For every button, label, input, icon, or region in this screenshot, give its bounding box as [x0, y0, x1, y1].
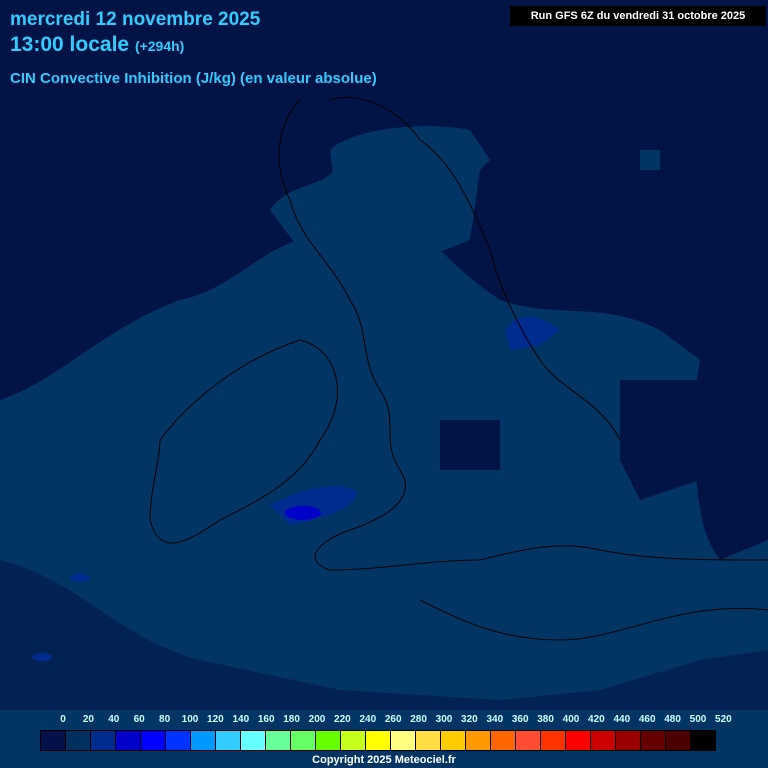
legend-label: 160	[257, 714, 275, 725]
legend-label: 420	[588, 714, 605, 725]
legend-label: 520	[715, 714, 732, 725]
color-legend	[40, 730, 716, 751]
legend-swatch	[441, 731, 466, 750]
legend-swatch	[666, 731, 691, 750]
legend-label: 360	[511, 714, 529, 725]
legend-label: 100	[181, 714, 199, 725]
legend-swatch	[216, 731, 241, 750]
legend-label: 320	[461, 714, 478, 725]
legend-label: 0	[60, 714, 66, 725]
legend-swatch	[691, 731, 715, 750]
legend-label: 80	[159, 714, 171, 725]
legend-label: 300	[435, 714, 453, 725]
cin-map	[0, 96, 768, 768]
copyright: Copyright 2025 Meteociel.fr	[312, 754, 456, 766]
legend-swatch	[591, 731, 616, 750]
legend-label: 200	[308, 714, 326, 725]
legend-label: 480	[664, 714, 681, 725]
legend-swatch	[466, 731, 491, 750]
legend-label: 440	[613, 714, 631, 725]
legend-swatch	[491, 731, 516, 750]
legend-swatch	[291, 731, 316, 750]
legend-label: 180	[283, 714, 300, 725]
forecast-offset: (+294h)	[134, 38, 185, 54]
legend-label: 60	[133, 714, 145, 725]
legend-label: 280	[410, 714, 427, 725]
legend-label: 500	[689, 714, 707, 725]
legend-swatch	[66, 731, 91, 750]
legend-swatch	[416, 731, 441, 750]
legend-swatch	[391, 731, 416, 750]
legend-swatch	[141, 731, 166, 750]
legend-label: 240	[359, 714, 377, 725]
legend-swatch	[191, 731, 216, 750]
legend-swatch	[116, 731, 141, 750]
legend-swatch	[366, 731, 391, 750]
legend-swatch	[516, 731, 541, 750]
run-info: Run GFS 6Z du vendredi 31 octobre 2025	[510, 6, 766, 26]
legend-swatch	[266, 731, 291, 750]
forecast-time: 13:00 locale (+294h)	[10, 33, 184, 57]
legend-swatch	[341, 731, 366, 750]
legend-swatch	[91, 731, 116, 750]
legend-swatch	[616, 731, 641, 750]
legend-label: 220	[334, 714, 351, 725]
legend-swatch	[241, 731, 266, 750]
local-time: 13:00 locale	[10, 33, 130, 56]
legend-label: 120	[207, 714, 224, 725]
forecast-date: mercredi 12 novembre 2025	[10, 9, 261, 30]
legend-label: 460	[638, 714, 656, 725]
legend-swatch	[316, 731, 341, 750]
legend-swatch	[166, 731, 191, 750]
legend-swatch	[566, 731, 591, 750]
legend-swatch	[641, 731, 666, 750]
legend-label: 20	[82, 714, 94, 725]
legend-swatch	[41, 731, 66, 750]
legend-label: 340	[486, 714, 504, 725]
legend-label: 260	[384, 714, 402, 725]
legend-swatch	[541, 731, 566, 750]
legend-label: 380	[537, 714, 554, 725]
legend-label: 400	[562, 714, 580, 725]
cin-40-60-zone	[285, 506, 321, 520]
legend-label: 140	[232, 714, 250, 725]
legend-label: 40	[108, 714, 120, 725]
legend-labels: 0 20 40 60 80 100 120 140 160 180 200 220 240 260 280 3…	[52, 714, 742, 728]
parameter-title: CIN Convective Inhibition (J/kg) (en val…	[10, 70, 377, 87]
